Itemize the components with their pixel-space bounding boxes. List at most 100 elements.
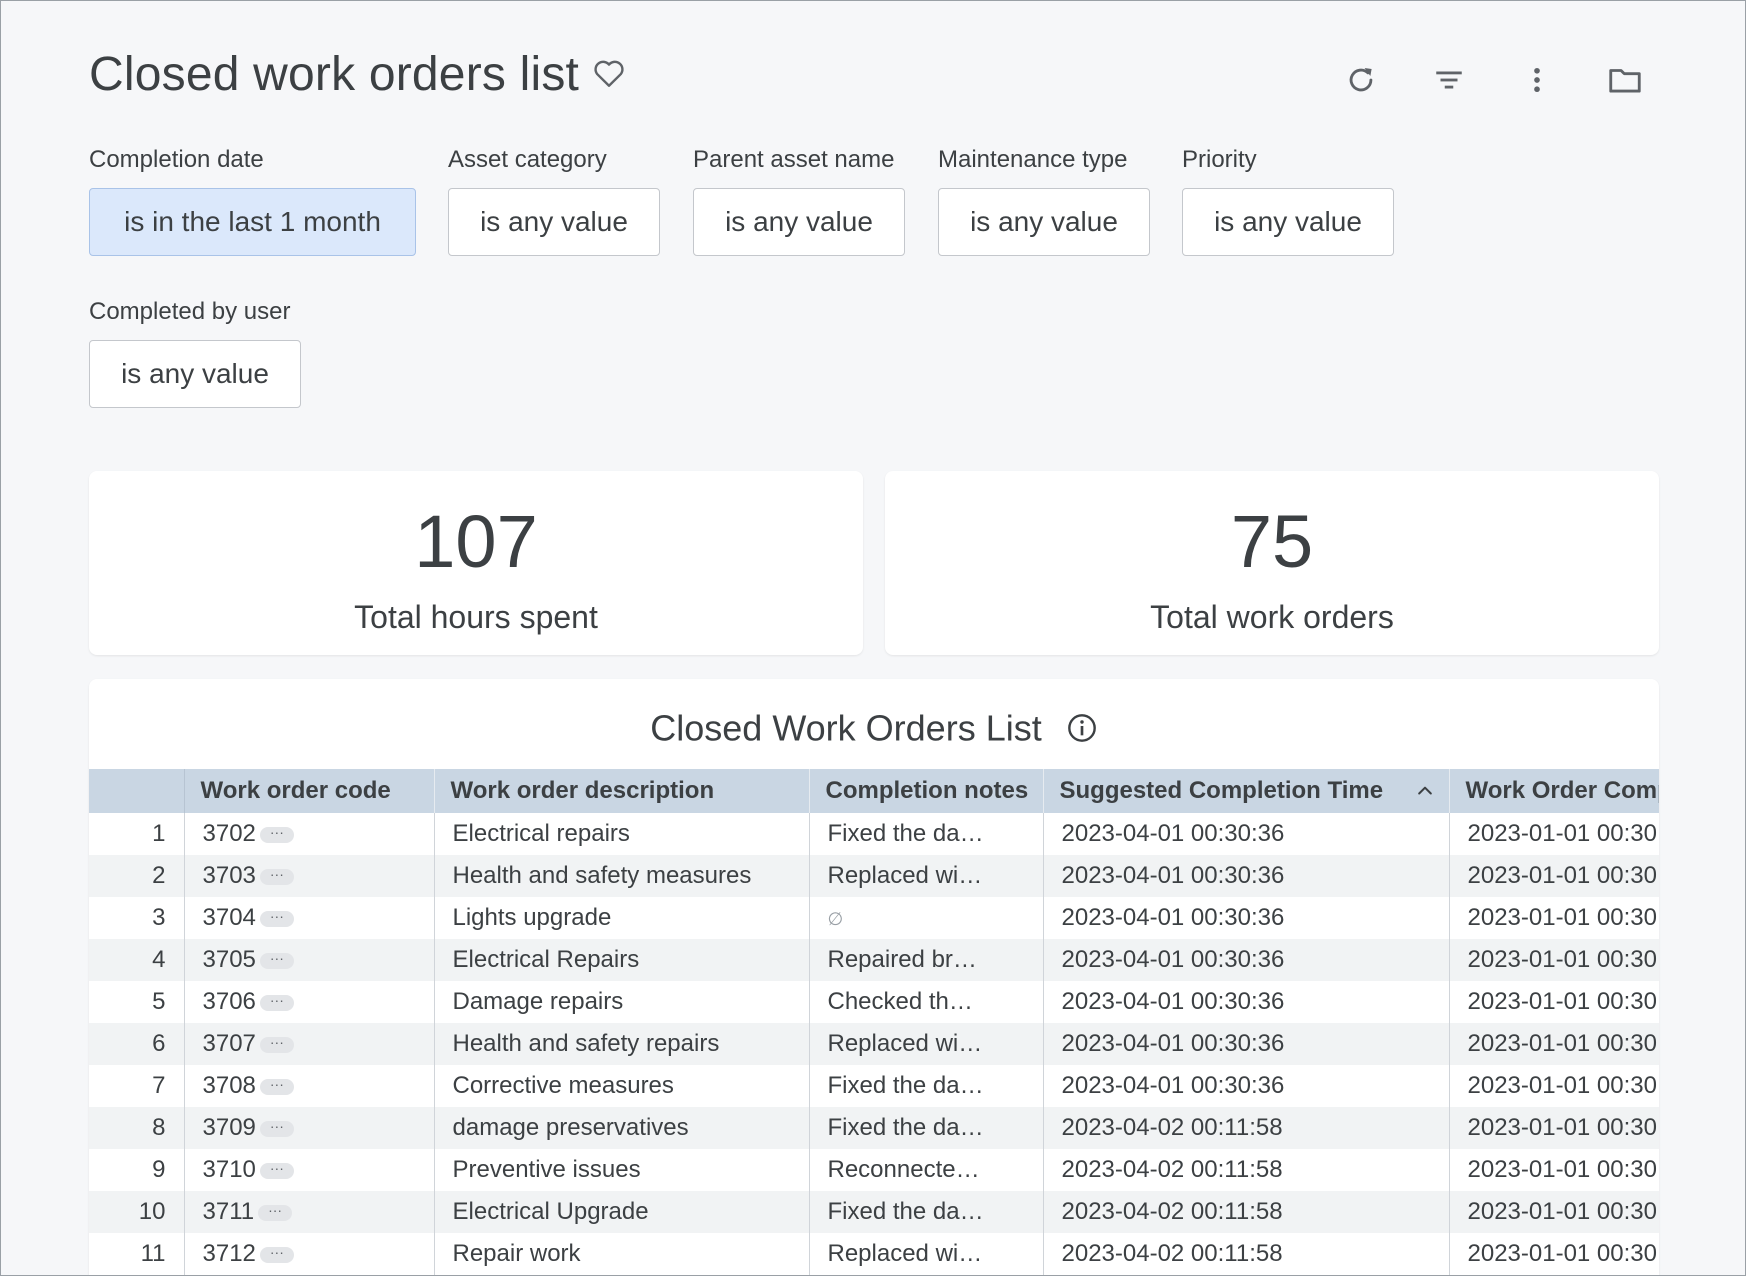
table-row[interactable]: 4 3705 ··· Electrical Repairs Repaired br… 20… [89, 939, 1659, 981]
col-header-work-order-code[interactable]: Work order code [184, 769, 435, 813]
more-actions-pill[interactable]: ··· [259, 867, 294, 885]
work-order-code-text: 3702 [202, 820, 256, 847]
cell-suggested-completion-time: 2023-04-01 00:30:36 [1043, 897, 1450, 939]
null-value-icon: ∅ [827, 909, 844, 929]
work-order-code-text: 3707 [202, 1030, 256, 1057]
more-actions-pill[interactable]: ··· [259, 1077, 294, 1095]
cell-work-order-code: 3706 ··· [184, 981, 435, 1023]
cell-work-order-code: 3710 ··· [184, 1149, 435, 1191]
more-actions-pill[interactable]: ··· [259, 993, 294, 1011]
cell-work-order-completion: 2023-01-01 00:30: [1449, 1191, 1659, 1233]
cell-row-number: 10 [89, 1191, 185, 1233]
col-header-work-order-description[interactable]: Work order description [434, 769, 810, 813]
filter-chip[interactable]: is in the last 1 month [89, 188, 416, 256]
col-header-work-order-completion[interactable]: Work Order Compl [1449, 769, 1659, 813]
table-row[interactable]: 1 3702 ··· Electrical repairs Fixed the da… 2… [89, 813, 1659, 855]
more-actions-pill[interactable]: ··· [259, 1119, 294, 1137]
cell-work-order-description: Corrective measures [434, 1065, 810, 1107]
cell-suggested-completion-time: 2023-04-01 00:30:36 [1043, 981, 1450, 1023]
cell-work-order-code: 3712 ··· [184, 1233, 435, 1275]
more-options-button[interactable] [1515, 58, 1559, 102]
table-title: Closed Work Orders List [89, 705, 1659, 749]
kpi-value: 75 [1230, 500, 1314, 583]
cell-work-order-completion: 2023-01-01 00:30: [1449, 1107, 1659, 1149]
filter-parent-asset-name: Parent asset name is any value [693, 146, 905, 256]
work-orders-table: Work order code Work order description C… [89, 769, 1659, 1275]
table-body: 1 3702 ··· Electrical repairs Fixed the da… 2… [89, 813, 1659, 1275]
kpi-total-hours-spent: 107 Total hours spent [89, 471, 863, 655]
more-actions-pill[interactable]: ··· [259, 1161, 294, 1179]
filter-chip[interactable]: is any value [938, 188, 1150, 256]
table-row[interactable]: 11 3712 ··· Repair work Replaced wi… 2023-04-… [89, 1233, 1659, 1275]
cell-work-order-code: 3708 ··· [184, 1065, 435, 1107]
filter-completed-by-user: Completed by user is any value [89, 298, 301, 408]
filter-label: Maintenance type [938, 146, 1128, 173]
cell-row-number: 3 [89, 897, 185, 939]
table-row[interactable]: 8 3709 ··· damage preservatives Fixed the da… [89, 1107, 1659, 1149]
table-row[interactable]: 9 3710 ··· Preventive issues Reconnecte… 2023… [89, 1149, 1659, 1191]
work-orders-table-card: Closed Work Orders List Work order code … [89, 679, 1659, 1275]
cell-completion-notes: Checked th… [809, 981, 1044, 1023]
filter-asset-category: Asset category is any value [448, 146, 660, 256]
filter-priority: Priority is any value [1182, 146, 1394, 256]
col-header-suggested-completion-time[interactable]: Suggested Completion Time [1043, 769, 1450, 813]
dashboard-frame: Closed work orders list Completion date … [0, 0, 1746, 1276]
work-order-code-text: 3709 [202, 1114, 256, 1141]
col-header-completion-notes[interactable]: Completion notes [809, 769, 1044, 813]
work-order-code-text: 3712 [202, 1240, 256, 1267]
filter-chip[interactable]: is any value [1182, 188, 1394, 256]
table-row[interactable]: 7 3708 ··· Corrective measures Fixed the da…… [89, 1065, 1659, 1107]
cell-completion-notes: Fixed the da… [809, 1065, 1044, 1107]
cell-work-order-completion: 2023-01-01 00:30: [1449, 897, 1659, 939]
cell-work-order-code: 3707 ··· [184, 1023, 435, 1065]
cell-row-number: 4 [89, 939, 185, 981]
filters-toggle-button[interactable] [1427, 58, 1471, 102]
filter-chip[interactable]: is any value [693, 188, 905, 256]
cell-work-order-description: Electrical repairs [434, 813, 810, 855]
cell-work-order-completion: 2023-01-01 00:30: [1449, 813, 1659, 855]
more-actions-pill[interactable]: ··· [259, 1245, 294, 1263]
more-actions-pill[interactable]: ··· [259, 909, 294, 927]
cell-completion-notes: Fixed the da… [809, 1107, 1044, 1149]
cell-work-order-code: 3702 ··· [184, 813, 435, 855]
cell-work-order-description: Preventive issues [434, 1149, 810, 1191]
table-scroll-area[interactable]: Work order code Work order description C… [89, 769, 1659, 1275]
dashboard-header: Closed work orders list [89, 43, 1745, 107]
table-row[interactable]: 2 3703 ··· Health and safety measures Replac… [89, 855, 1659, 897]
favorite-heart-icon[interactable] [591, 55, 627, 91]
cell-work-order-description: Lights upgrade [434, 897, 810, 939]
info-icon[interactable] [1066, 712, 1098, 744]
cell-completion-notes: ∅ [809, 897, 1044, 939]
cell-work-order-completion: 2023-01-01 00:30: [1449, 1149, 1659, 1191]
cell-row-number: 7 [89, 1065, 185, 1107]
cell-work-order-description: Repair work [434, 1233, 810, 1275]
cell-work-order-completion: 2023-01-01 00:30: [1449, 1023, 1659, 1065]
more-actions-pill[interactable]: ··· [259, 1035, 294, 1053]
cell-suggested-completion-time: 2023-04-02 00:11:58 [1043, 1107, 1450, 1149]
cell-work-order-description: damage preservatives [434, 1107, 810, 1149]
filter-chip[interactable]: is any value [89, 340, 301, 408]
cell-work-order-code: 3711 ··· [184, 1191, 435, 1233]
kpi-label: Total hours spent [354, 599, 598, 635]
sort-ascending-icon[interactable] [1415, 781, 1435, 801]
kpi-value: 107 [414, 500, 538, 583]
more-actions-pill[interactable]: ··· [258, 1203, 293, 1221]
filter-label: Completed by user [89, 298, 291, 325]
table-row[interactable]: 6 3707 ··· Health and safety repairs Replace… [89, 1023, 1659, 1065]
reload-button[interactable] [1339, 58, 1383, 102]
filter-icon [1436, 71, 1462, 89]
cell-row-number: 11 [89, 1233, 185, 1275]
filter-label: Completion date [89, 146, 264, 173]
cell-completion-notes: Repaired br… [809, 939, 1044, 981]
cell-work-order-description: Electrical Repairs [434, 939, 810, 981]
cell-completion-notes: Replaced wi… [809, 1233, 1044, 1275]
more-actions-pill[interactable]: ··· [259, 951, 294, 969]
table-row[interactable]: 10 3711 ··· Electrical Upgrade Fixed the da…… [89, 1191, 1659, 1233]
more-actions-pill[interactable]: ··· [259, 825, 294, 843]
filter-chip[interactable]: is any value [448, 188, 660, 256]
cell-row-number: 9 [89, 1149, 185, 1191]
cell-work-order-code: 3703 ··· [184, 855, 435, 897]
table-row[interactable]: 3 3704 ··· Lights upgrade ∅ 2023-04-01 00:30:… [89, 897, 1659, 939]
table-row[interactable]: 5 3706 ··· Damage repairs Checked th… 2023-04… [89, 981, 1659, 1023]
folder-button[interactable] [1603, 58, 1647, 102]
